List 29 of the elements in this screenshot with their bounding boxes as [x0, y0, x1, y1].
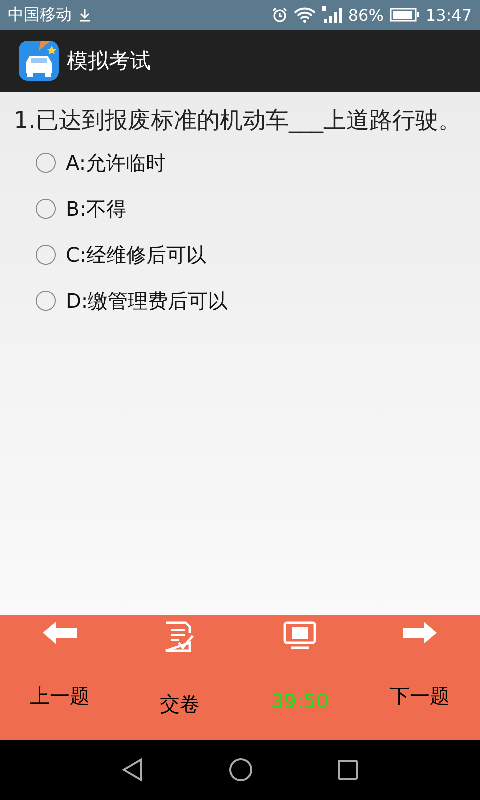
carrier-name: 中国移动 — [8, 4, 72, 26]
wifi-icon — [294, 7, 316, 23]
battery-percent: 86% — [348, 6, 384, 24]
radio-button[interactable] — [36, 245, 56, 265]
clock-time: 13:47 — [426, 6, 472, 24]
toolbar-label[interactable]: 上一题 — [30, 683, 90, 710]
car-icon — [19, 41, 59, 81]
answer-option[interactable]: A:允许临时 — [36, 140, 466, 186]
question-text: 1.已达到报废标准的机动车___上道路行驶。 — [14, 107, 462, 136]
home-icon[interactable] — [229, 758, 253, 782]
recents-icon[interactable] — [337, 759, 359, 781]
alarm-icon — [272, 7, 288, 23]
answer-option[interactable]: B:不得 — [36, 186, 466, 232]
toolbar-label[interactable]: 交卷 — [160, 691, 200, 718]
download-icon — [78, 8, 92, 22]
app-title: 模拟考试 — [67, 48, 151, 75]
radio-button[interactable] — [36, 153, 56, 173]
monitor-icon[interactable] — [283, 621, 317, 651]
answer-option[interactable]: C:经维修后可以 — [36, 232, 466, 278]
back-icon[interactable] — [121, 758, 145, 782]
radio-button[interactable] — [36, 291, 56, 311]
signal-icon — [322, 6, 342, 24]
document-check-icon[interactable] — [163, 621, 197, 653]
answer-option[interactable]: D:缴管理费后可以 — [36, 278, 466, 324]
right-arrow-icon[interactable] — [402, 621, 438, 645]
battery-icon — [390, 8, 420, 22]
radio-button[interactable] — [36, 199, 56, 219]
left-arrow-icon[interactable] — [42, 621, 78, 645]
toolbar-label[interactable]: 下一题 — [390, 683, 450, 710]
